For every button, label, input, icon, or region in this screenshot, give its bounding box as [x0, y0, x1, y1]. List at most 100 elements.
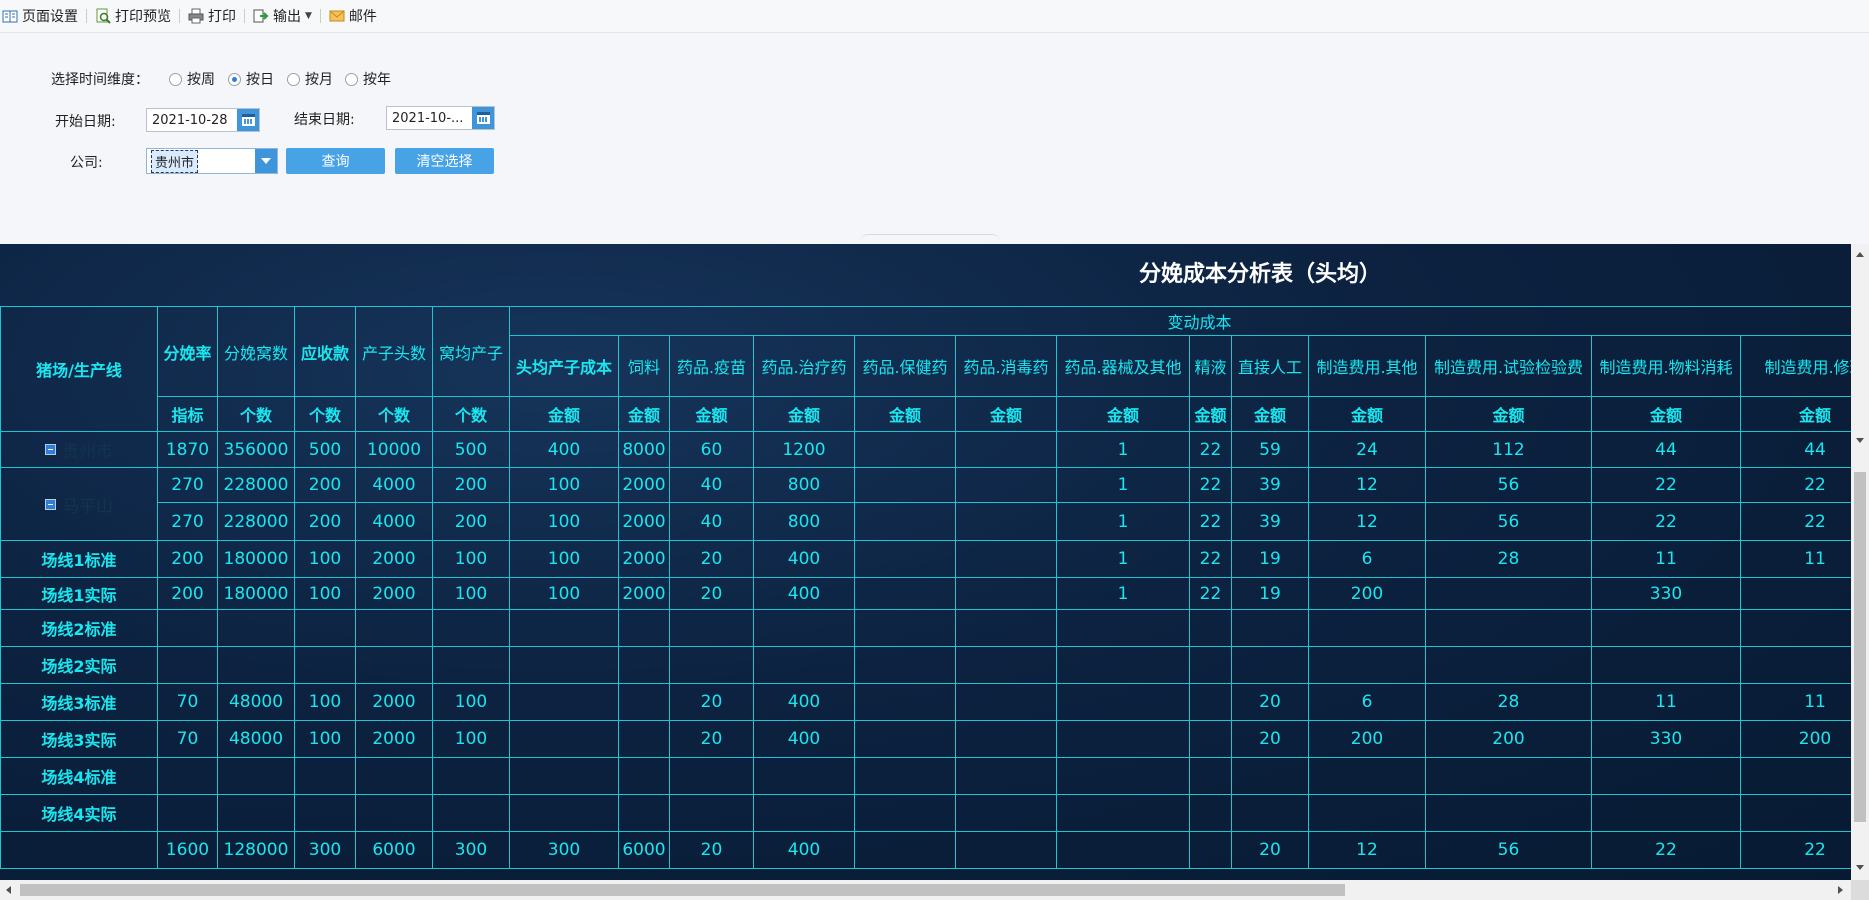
table-cell: [955, 794, 1057, 832]
company-dropdown-button[interactable]: [255, 149, 277, 173]
column-header: 直接人工: [1231, 335, 1309, 397]
start-date-field[interactable]: 2021-10-28: [146, 108, 260, 132]
table-cell: [1189, 720, 1232, 758]
table-cell: 1: [1056, 502, 1190, 541]
table-cell: 48000: [217, 720, 295, 758]
row-label: 场线3标准: [0, 683, 158, 721]
radio-week[interactable]: 按周: [169, 69, 215, 89]
table-cell: 56: [1425, 502, 1592, 541]
scroll-up-icon[interactable]: [1856, 252, 1864, 257]
table-cell: 400: [753, 540, 855, 578]
table-cell: [753, 757, 855, 795]
scroll-right-icon[interactable]: [1838, 886, 1843, 894]
print-button[interactable]: 打印: [186, 4, 240, 28]
table-cell: 2000: [355, 720, 433, 758]
table-cell: 100: [294, 540, 356, 578]
table-cell: 228000: [217, 467, 295, 503]
table-cell: 20: [669, 577, 754, 610]
table-cell: [854, 540, 956, 578]
column-header: 分娩窝数: [217, 306, 295, 397]
scroll-left-icon[interactable]: [6, 886, 11, 894]
start-date-calendar-button[interactable]: [237, 109, 259, 131]
table-cell: [355, 609, 433, 647]
table-cell: [509, 609, 619, 647]
unit-header: 金额: [1189, 396, 1232, 432]
mail-button[interactable]: 邮件: [327, 4, 381, 28]
column-header: 制造费用.试验检验费: [1425, 335, 1592, 397]
table-cell: [1591, 757, 1741, 795]
scroll-down-icon[interactable]: [1856, 865, 1864, 870]
table-cell: 6: [1308, 540, 1426, 578]
table-cell: 48000: [217, 683, 295, 721]
table-cell: 4000: [355, 502, 433, 541]
table-cell: 20: [669, 720, 754, 758]
column-header: 药品.消毒药: [955, 335, 1057, 397]
vertical-scroll-thumb[interactable]: [1854, 472, 1866, 822]
header-row-group: 猪场/生产线 分娩率 分娩窝数 应收款 产子头数 窝均产子 变动成本: [0, 306, 1851, 432]
table-cell: 100: [432, 577, 510, 610]
table-cell: [1739, 609, 1851, 647]
print-preview-button[interactable]: 打印预览: [93, 4, 175, 28]
print-preview-label: 打印预览: [115, 9, 171, 25]
table-cell: [1189, 757, 1232, 795]
clear-selection-button[interactable]: 清空选择: [395, 148, 494, 174]
table-cell: 100: [509, 502, 619, 541]
print-label: 打印: [208, 9, 236, 25]
page-setup-icon: [2, 8, 18, 24]
tree-node[interactable]: 贵州市: [2, 437, 157, 462]
vertical-scrollbar[interactable]: [1851, 244, 1869, 880]
tree-node-label: 贵州市: [62, 442, 113, 462]
table-cell: [217, 757, 295, 795]
row-label: 场线3实际: [0, 720, 158, 758]
collapse-icon[interactable]: [45, 444, 56, 455]
toolbar-separator: [319, 9, 321, 23]
table-cell: 59: [1231, 431, 1309, 468]
column-header: 头均产子成本: [509, 335, 619, 397]
radio-week-label: 按周: [187, 72, 215, 88]
end-date-label: 结束日期:: [294, 112, 355, 128]
scroll-down-icon[interactable]: [1856, 438, 1864, 443]
tree-node[interactable]: 马平山: [2, 492, 157, 517]
table-cell: [1189, 831, 1232, 869]
table-cell: 200: [432, 502, 510, 541]
company-select[interactable]: 贵州市: [146, 148, 278, 174]
table-cell: [1056, 646, 1190, 684]
table-cell: [509, 683, 619, 721]
table-cell: 20: [1231, 831, 1309, 869]
table-cell: 22: [1189, 502, 1232, 541]
collapse-icon[interactable]: [45, 498, 56, 510]
table-row: 场线2标准: [0, 609, 1851, 647]
table-cell: 400: [753, 720, 855, 758]
table-cell: 300: [509, 831, 619, 869]
end-date-field[interactable]: 2021-10-...: [386, 106, 495, 130]
query-button[interactable]: 查询: [286, 148, 385, 174]
horizontal-scroll-thumb[interactable]: [20, 884, 1345, 896]
unit-header: 个数: [432, 396, 510, 432]
radio-day[interactable]: 按日: [228, 69, 274, 89]
table-cell: 11: [1739, 683, 1851, 721]
table-cell: [955, 683, 1057, 721]
scrollbar-corner: [1851, 880, 1869, 900]
page-setup-button[interactable]: 页面设置: [0, 4, 82, 28]
column-header: 应收款: [294, 306, 356, 397]
radio-month[interactable]: 按月: [287, 69, 333, 89]
table-cell: 11: [1591, 540, 1741, 578]
unit-header: 金额: [1739, 396, 1851, 432]
report-panel: 分娩成本分析表（头均） 猪场/生产线 分娩率 分娩窝数 应收款 产子头数 窝均产子 变动成本…: [0, 244, 1851, 880]
start-date-value: 2021-10-28: [152, 112, 228, 128]
horizontal-scrollbar[interactable]: [0, 880, 1851, 900]
end-date-calendar-button[interactable]: [472, 107, 494, 129]
table-cell: [618, 794, 670, 832]
table-cell: 22: [1591, 467, 1741, 503]
table-cell: [1189, 683, 1232, 721]
radio-circle-checked: [228, 72, 241, 86]
table-cell: 8000: [618, 431, 670, 468]
table-row: 场线3标准 70 48000 100 2000 100 20 400 20 6 28 11 11: [0, 683, 1851, 721]
radio-circle: [169, 72, 182, 86]
table-cell: [1308, 609, 1426, 647]
table-row: 马平山 270 228000 200 4000 200 100 2000 40 800 1 22 39 1…: [0, 467, 1851, 541]
radio-year[interactable]: 按年: [345, 69, 391, 89]
table-cell: 4000: [355, 467, 433, 503]
table-cell: [1056, 831, 1190, 869]
export-button[interactable]: 输出 ▼: [251, 4, 316, 28]
